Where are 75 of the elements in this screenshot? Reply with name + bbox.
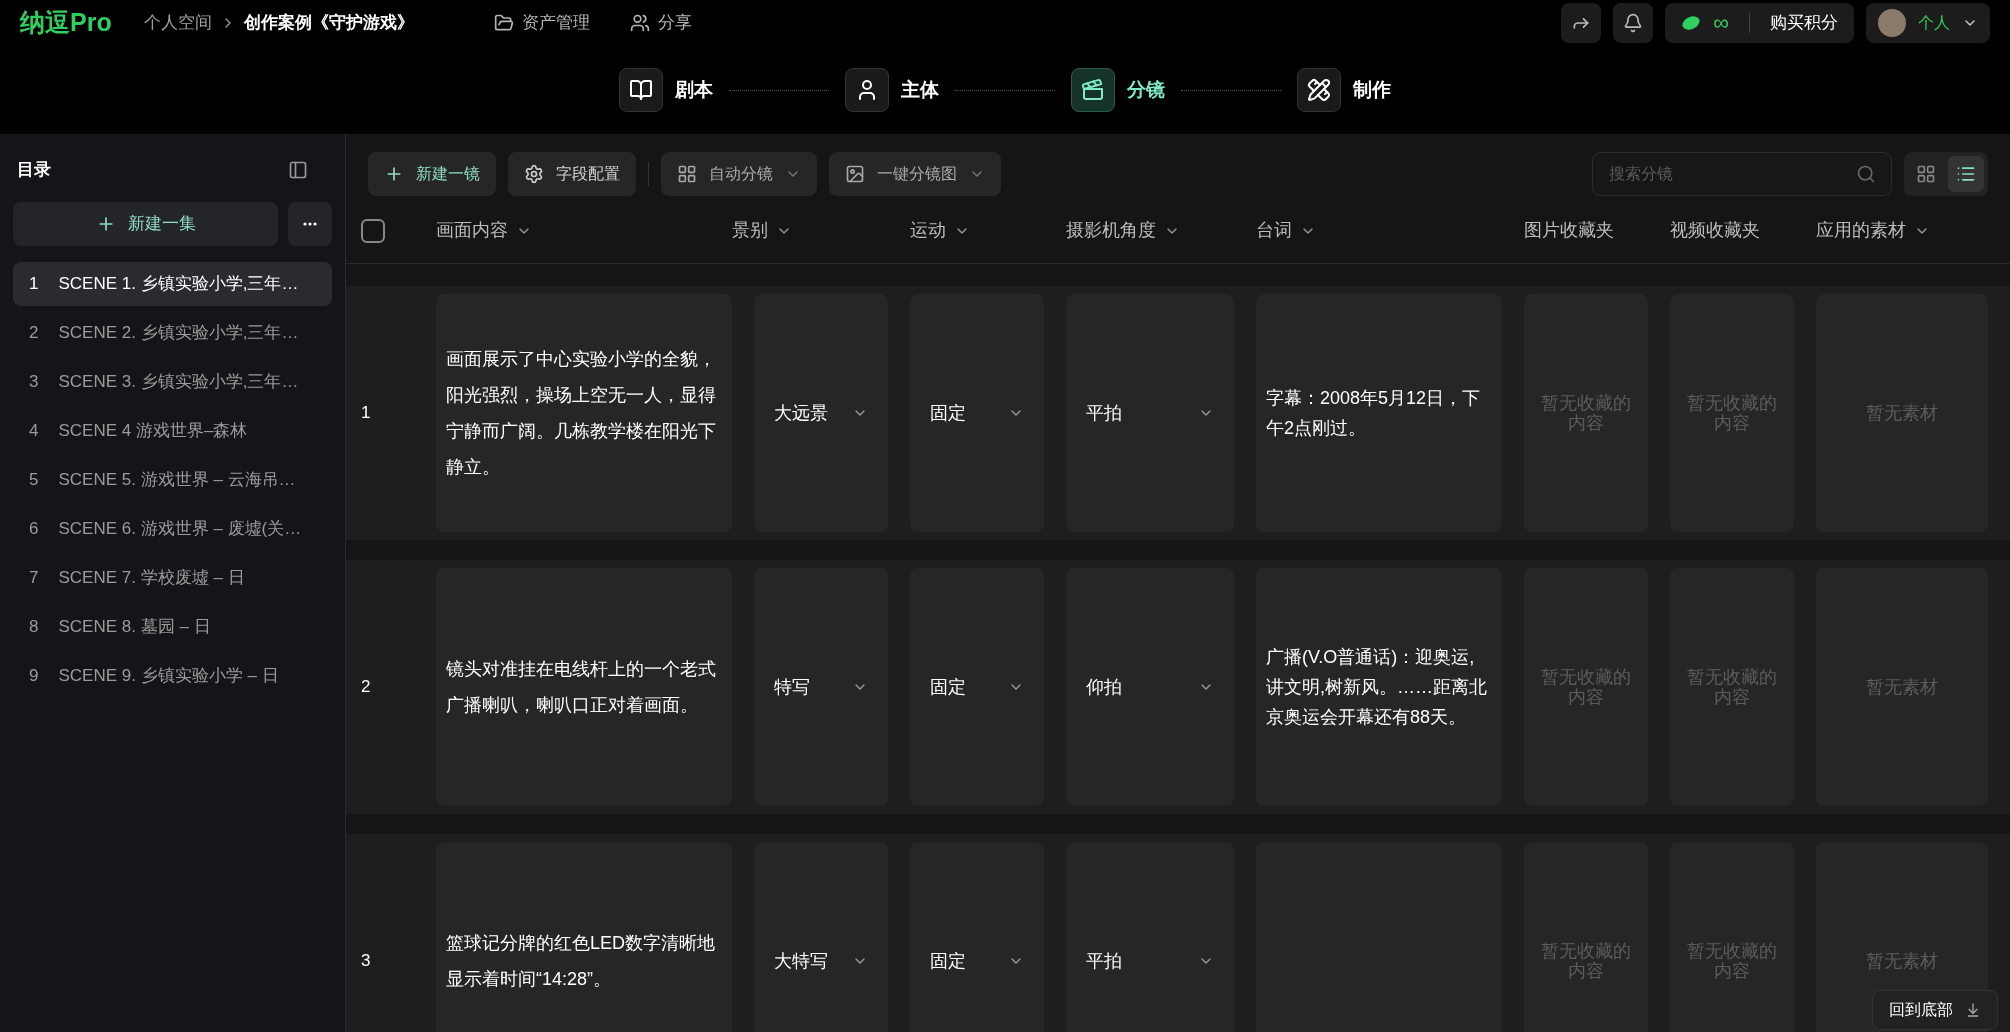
sidebar-toggle-icon[interactable]: [288, 160, 308, 180]
grid-view-icon: [1916, 164, 1936, 184]
clapperboard-icon: [1081, 78, 1105, 102]
step-tab[interactable]: 分镜: [1071, 68, 1165, 112]
episode-item[interactable]: 5 SCENE 5. 游戏世界 – 云海吊…: [13, 458, 332, 502]
breadcrumb-item[interactable]: 个人空间: [143, 10, 212, 36]
credits-count: ∞: [1713, 12, 1729, 34]
search-field[interactable]: 搜索分镜: [1592, 152, 1892, 196]
content-cell: 画面展示了中心实验小学的全貌，阳光强烈，操场上空无一人，显得宁静而广阔。几栋教学楼在阳光下静立。: [436, 294, 732, 532]
more-icon: [303, 222, 317, 226]
step-tab[interactable]: 制作: [1297, 68, 1391, 112]
bean-icon: [1681, 15, 1702, 31]
sidebar-title: 目录: [17, 159, 51, 182]
column-header[interactable]: 应用的素材: [1816, 217, 1988, 244]
book-icon: [629, 78, 653, 102]
nav-link[interactable]: 分享: [629, 10, 692, 36]
grid-icon: [677, 164, 697, 184]
list-view-icon: [1956, 164, 1976, 184]
content-cell: 镜头对准挂在电线杆上的一个老式广播喇叭，喇叭口正对着画面。: [436, 568, 732, 806]
gear-icon: [524, 164, 544, 184]
scroll-to-bottom-button[interactable]: 回到底部: [1872, 990, 1998, 1030]
pencil-ruler-icon: [1307, 78, 1331, 102]
dropdown-field[interactable]: 平拍: [1066, 842, 1234, 1032]
episode-item[interactable]: 3 SCENE 3. 乡镇实验小学,三年…: [13, 360, 332, 404]
column-header[interactable]: 摄影机角度: [1066, 217, 1234, 244]
episode-item[interactable]: 9 SCENE 9. 乡镇实验小学 – 日: [13, 654, 332, 698]
column-header[interactable]: 画面内容: [436, 217, 732, 244]
dropdown-field[interactable]: 特写: [754, 568, 888, 806]
dropdown-field[interactable]: 大远景: [754, 294, 888, 532]
step-tab[interactable]: 主体: [845, 68, 939, 112]
toolbar-button[interactable]: 自动分镜: [661, 152, 817, 196]
toolbar-button[interactable]: 字段配置: [508, 152, 636, 196]
episode-item[interactable]: 7 SCENE 7. 学校废墟 – 日: [13, 556, 332, 600]
column-header[interactable]: 台词: [1256, 217, 1502, 244]
episode-item[interactable]: 8 SCENE 8. 墓园 – 日: [13, 605, 332, 649]
column-header[interactable]: 视频收藏夹: [1670, 217, 1794, 244]
view-toggle[interactable]: [1948, 156, 1984, 192]
avatar: [1878, 9, 1906, 37]
dropdown-field[interactable]: 固定: [910, 294, 1044, 532]
arrow-down-icon: [1965, 1002, 1981, 1018]
logo[interactable]: 纳逗Pro: [20, 4, 112, 42]
column-header[interactable]: 景别: [732, 217, 888, 244]
bell-icon: [1623, 13, 1644, 33]
breadcrumb-item: 创作案例《守护游戏》: [243, 12, 414, 35]
dropdown-field[interactable]: 大特写: [754, 842, 888, 1032]
image-icon: [845, 164, 865, 184]
dropdown-field[interactable]: 仰拍: [1066, 568, 1234, 806]
toolbar-button[interactable]: 一键分镜图: [829, 152, 1001, 196]
row-number: 2: [360, 676, 372, 699]
row-number: 1: [360, 402, 372, 425]
dropdown-field[interactable]: 固定: [910, 842, 1044, 1032]
search-icon: [1856, 164, 1876, 184]
share-button[interactable]: [1561, 3, 1602, 43]
episode-item[interactable]: 6 SCENE 6. 游戏世界 – 废墟(关…: [13, 507, 332, 551]
notification-button[interactable]: [1613, 3, 1654, 43]
row-number: 3: [360, 950, 372, 973]
dropdown-field[interactable]: 固定: [910, 568, 1044, 806]
dropdown-field[interactable]: 平拍: [1066, 294, 1234, 532]
folder-icon: [493, 13, 514, 33]
step-tab[interactable]: 剧本: [619, 68, 713, 112]
new-episode-button[interactable]: 新建一集: [13, 202, 278, 246]
column-header[interactable]: 运动: [910, 217, 1044, 244]
content-cell: 篮球记分牌的红色LED数字清晰地显示着时间“14:28”。: [436, 842, 732, 1032]
episode-item[interactable]: 1 SCENE 1. 乡镇实验小学,三年…: [13, 262, 332, 306]
episode-item[interactable]: 4 SCENE 4 游戏世界–森林: [13, 409, 332, 453]
episode-item[interactable]: 2 SCENE 2. 乡镇实验小学,三年…: [13, 311, 332, 355]
select-all-checkbox[interactable]: [361, 218, 385, 243]
nav-link[interactable]: 资产管理: [493, 10, 590, 36]
toolbar-button[interactable]: 新建一镜: [368, 152, 496, 196]
dialogue-cell: 字幕：2008年5月12日，下午2点刚过。: [1256, 294, 1502, 532]
column-header[interactable]: 图片收藏夹: [1524, 217, 1648, 244]
dialogue-cell: 广播(V.O普通话)：迎奥运,讲文明,树新风。……距离北京奥运会开幕还有88天。: [1256, 568, 1502, 806]
buy-credits-link[interactable]: 购买积分: [1770, 10, 1838, 36]
users-icon: [629, 13, 650, 33]
user-menu[interactable]: 个人: [1866, 3, 1990, 43]
